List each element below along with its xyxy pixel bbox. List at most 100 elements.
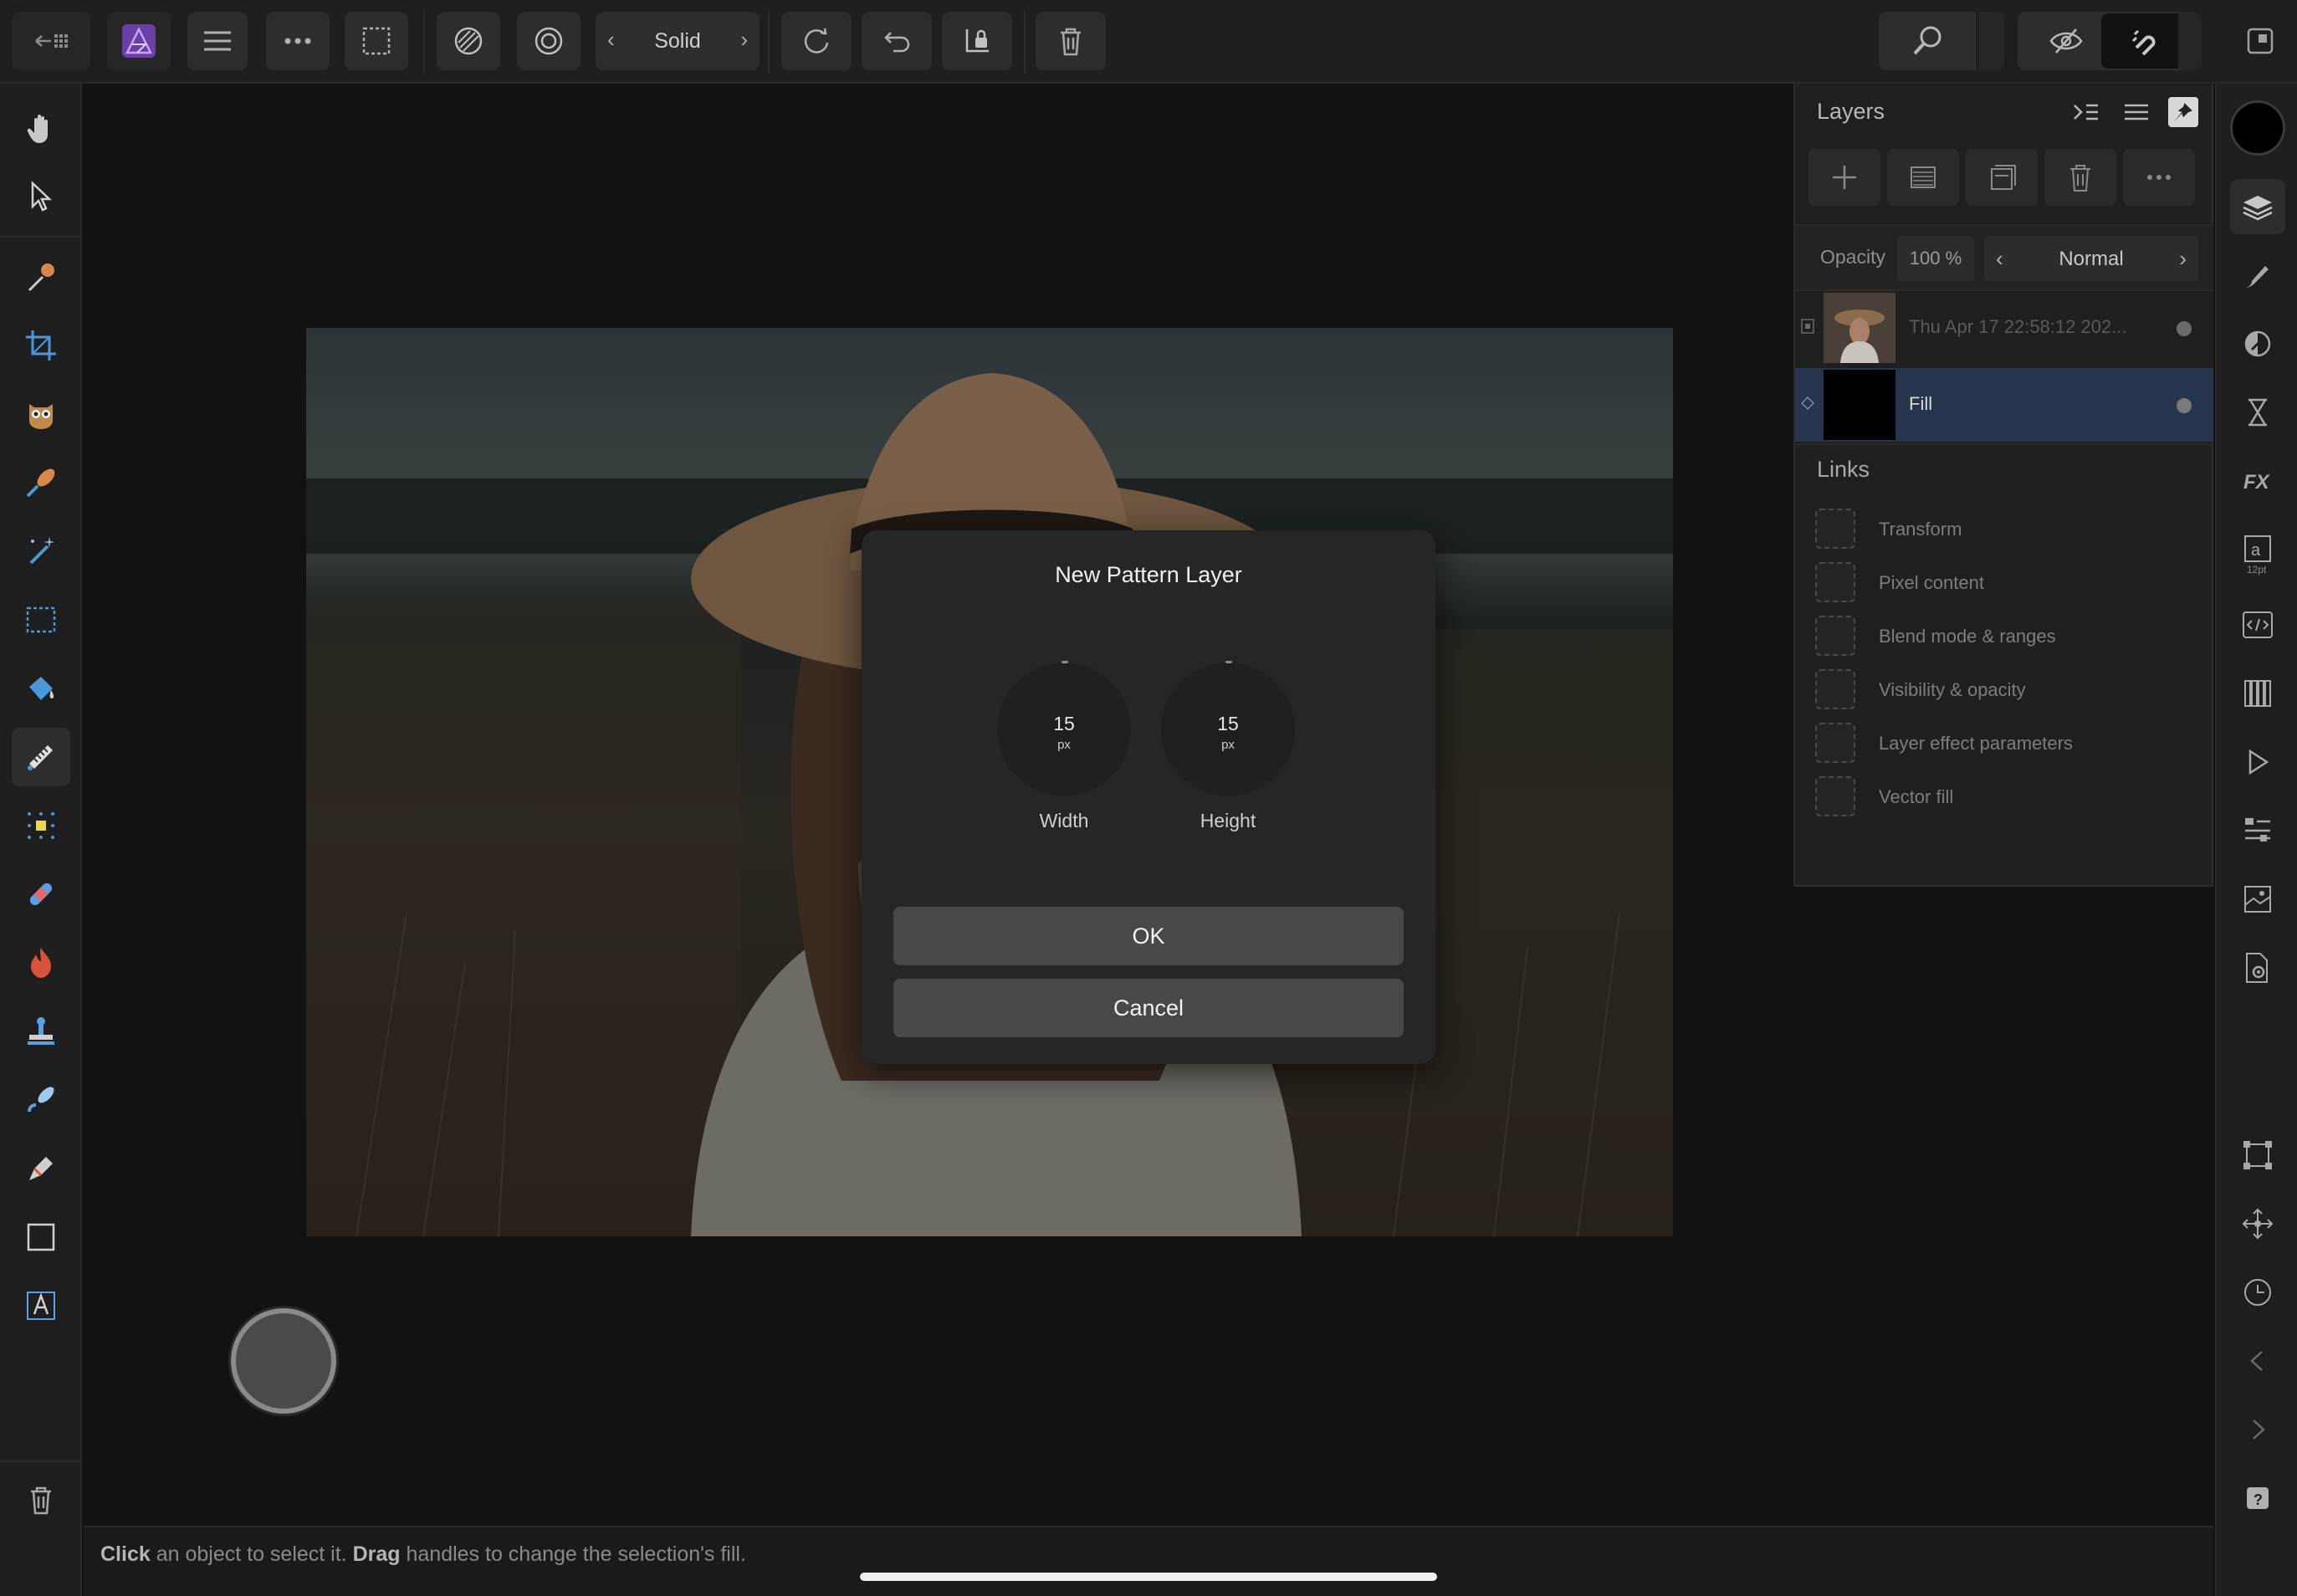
layer-row-photo[interactable]: Thu Apr 17 22:58:12 202... bbox=[1795, 291, 2213, 365]
link-layer-effects[interactable]: Layer effect parameters bbox=[1815, 723, 2200, 765]
more-options-button[interactable] bbox=[266, 12, 330, 70]
transform-joystick[interactable] bbox=[231, 1308, 336, 1414]
fill-mode-button[interactable] bbox=[437, 12, 500, 70]
effects-studio-button[interactable]: FX bbox=[2230, 453, 2285, 509]
move-studio-button[interactable] bbox=[2230, 1196, 2285, 1251]
transform-studio-button[interactable] bbox=[2230, 1128, 2285, 1183]
clone-tool[interactable] bbox=[12, 1002, 70, 1061]
bounding-box-icon bbox=[2243, 1141, 2272, 1169]
link-checkbox[interactable] bbox=[1815, 509, 1855, 549]
zoom-dropdown[interactable] bbox=[1979, 12, 2004, 70]
svg-text:FX: FX bbox=[2243, 471, 2271, 494]
navigator-studio-button[interactable] bbox=[2230, 803, 2285, 858]
play-studio-button[interactable] bbox=[2230, 734, 2285, 790]
hourglass-studio-button[interactable] bbox=[2230, 385, 2285, 440]
move-tool[interactable] bbox=[12, 167, 70, 226]
collapse-strip-right-button[interactable] bbox=[2230, 1402, 2285, 1457]
link-blend-mode[interactable]: Blend mode & ranges bbox=[1815, 616, 2200, 657]
stroke-mode-button[interactable] bbox=[517, 12, 581, 70]
delete-layer-button[interactable] bbox=[2044, 149, 2116, 206]
link-checkbox[interactable] bbox=[1815, 562, 1855, 602]
hamburger-menu-button[interactable] bbox=[187, 12, 248, 70]
pixel-layer-icon bbox=[1801, 319, 1814, 334]
panel-menu-button[interactable] bbox=[2118, 94, 2155, 130]
back-to-gallery-button[interactable] bbox=[12, 12, 90, 70]
selection-marquee-button[interactable] bbox=[345, 12, 408, 70]
primary-color-swatch[interactable] bbox=[2230, 100, 2285, 156]
code-brackets-icon bbox=[2243, 611, 2273, 638]
layer-more-button[interactable] bbox=[2123, 149, 2195, 206]
studio-strip: FX a 12pt ? bbox=[2215, 84, 2297, 1596]
blend-mode-selector[interactable]: ‹ Normal › bbox=[1984, 236, 2198, 281]
magic-wand-icon bbox=[29, 536, 55, 565]
trash-icon bbox=[1061, 28, 1081, 56]
ok-button[interactable]: OK bbox=[893, 907, 1404, 965]
history-studio-button[interactable] bbox=[2230, 1265, 2285, 1320]
magic-wand-tool[interactable] bbox=[12, 522, 70, 581]
marquee-tool[interactable] bbox=[12, 591, 70, 649]
hand-tool[interactable] bbox=[12, 100, 70, 159]
link-checkbox[interactable] bbox=[1815, 723, 1855, 763]
fill-type-prev-chevron[interactable]: ‹ bbox=[607, 27, 615, 53]
app-menu-button[interactable] bbox=[107, 12, 171, 70]
add-layer-button[interactable] bbox=[1808, 149, 1880, 206]
text-tool[interactable] bbox=[12, 1276, 70, 1335]
layer-name: Thu Apr 17 22:58:12 202... bbox=[1909, 316, 2127, 337]
link-pixel-content[interactable]: Pixel content bbox=[1815, 562, 2200, 604]
link-checkbox[interactable] bbox=[1815, 669, 1855, 709]
lock-button[interactable] bbox=[942, 12, 1012, 70]
stock-studio-button[interactable] bbox=[2230, 872, 2285, 927]
link-checkbox[interactable] bbox=[1815, 776, 1855, 816]
reset-button[interactable] bbox=[781, 12, 852, 70]
paint-brush-tool[interactable] bbox=[12, 453, 70, 512]
zoom-button[interactable] bbox=[1879, 12, 1976, 70]
adjustments-studio-button[interactable] bbox=[2230, 316, 2285, 371]
pin-panel-button[interactable] bbox=[2168, 97, 2198, 127]
layer-visibility-dot[interactable] bbox=[2177, 321, 2192, 336]
width-dial[interactable]: 15 px bbox=[997, 661, 1131, 796]
height-dial[interactable]: 15 px bbox=[1161, 661, 1295, 796]
collapse-panel-button[interactable] bbox=[2068, 94, 2105, 130]
dodge-tool[interactable] bbox=[12, 796, 70, 855]
pen-tool[interactable] bbox=[12, 1139, 70, 1198]
collapse-strip-left-button[interactable] bbox=[2230, 1333, 2285, 1389]
layer-visibility-dot[interactable] bbox=[2177, 398, 2192, 413]
macros-studio-button[interactable] bbox=[2230, 597, 2285, 652]
link-checkbox[interactable] bbox=[1815, 616, 1855, 656]
brushes-studio-button[interactable] bbox=[2230, 248, 2285, 303]
help-button[interactable]: ? bbox=[2230, 1471, 2285, 1526]
burn-tool[interactable] bbox=[12, 934, 70, 992]
blend-next-chevron[interactable]: › bbox=[2179, 246, 2187, 272]
delete-tool[interactable] bbox=[12, 1471, 70, 1529]
add-mask-button[interactable] bbox=[1887, 149, 1959, 206]
layer-row-fill[interactable]: Fill bbox=[1795, 368, 2213, 442]
fill-type-selector[interactable]: ‹ Solid › bbox=[596, 12, 760, 70]
crop-tool[interactable] bbox=[12, 316, 70, 375]
snapping-dropdown[interactable] bbox=[2178, 12, 2202, 70]
fill-type-next-chevron[interactable]: › bbox=[740, 27, 748, 53]
gradient-tool[interactable] bbox=[12, 728, 70, 786]
red-eye-tool[interactable] bbox=[12, 385, 70, 443]
undo-button[interactable] bbox=[862, 12, 932, 70]
group-layers-button[interactable] bbox=[1966, 149, 2038, 206]
paint-mixer-tool[interactable] bbox=[12, 1071, 70, 1129]
home-indicator[interactable] bbox=[860, 1573, 1437, 1581]
text-styles-studio-button[interactable]: a 12pt bbox=[2230, 522, 2285, 589]
link-transform[interactable]: Transform bbox=[1815, 509, 2200, 550]
flood-fill-tool[interactable] bbox=[12, 659, 70, 718]
delete-button[interactable] bbox=[1036, 12, 1106, 70]
snapping-magnet-button[interactable] bbox=[2100, 12, 2187, 70]
rectangle-tool[interactable] bbox=[12, 1208, 70, 1266]
opacity-label: Opacity bbox=[1820, 246, 1885, 268]
color-picker-tool[interactable] bbox=[12, 248, 70, 306]
channels-studio-button[interactable] bbox=[2230, 666, 2285, 721]
link-vector-fill[interactable]: Vector fill bbox=[1815, 776, 2200, 818]
cancel-button[interactable]: Cancel bbox=[893, 979, 1404, 1037]
opacity-field[interactable]: 100 % bbox=[1897, 236, 1974, 281]
layers-studio-button[interactable] bbox=[2230, 179, 2285, 234]
healing-tool[interactable] bbox=[12, 865, 70, 923]
fullscreen-button[interactable] bbox=[2235, 12, 2285, 70]
layer-thumbnail bbox=[1824, 370, 1895, 440]
settings-studio-button[interactable] bbox=[2230, 940, 2285, 995]
link-visibility-opacity[interactable]: Visibility & opacity bbox=[1815, 669, 2200, 711]
